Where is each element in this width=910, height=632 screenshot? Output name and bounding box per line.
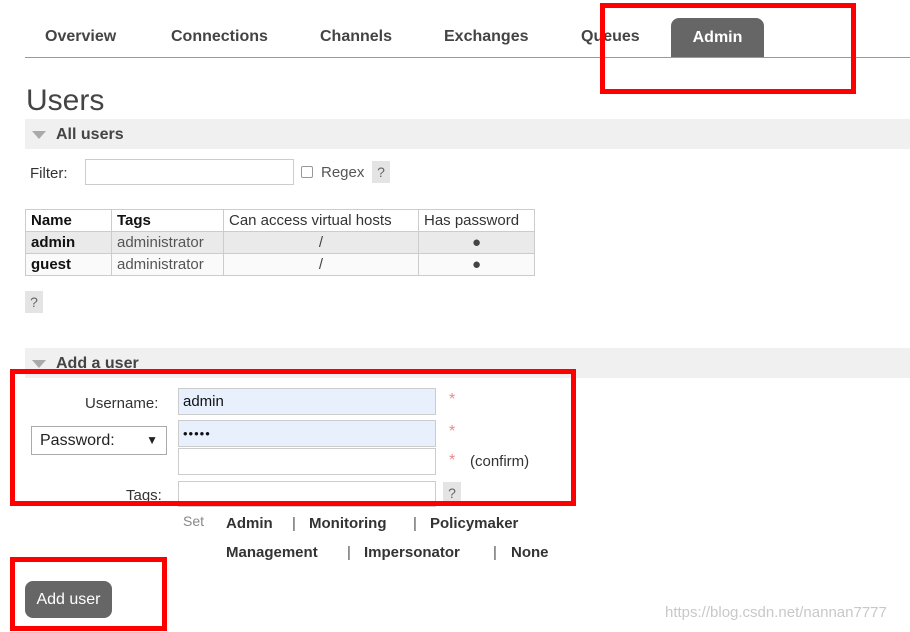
tab-connections[interactable]: Connections — [171, 28, 268, 46]
regex-checkbox[interactable] — [301, 166, 313, 178]
add-user-section-header[interactable] — [25, 348, 910, 378]
set-label: Set — [183, 513, 205, 529]
tab-channels[interactable]: Channels — [320, 28, 392, 46]
user-name-link[interactable]: admin — [25, 231, 112, 254]
all-users-heading[interactable]: All users — [56, 126, 124, 144]
tag-option-monitoring[interactable]: Monitoring — [309, 515, 386, 532]
separator: | — [413, 515, 417, 532]
password-select-value: Password: — [40, 432, 115, 449]
separator: | — [292, 515, 296, 532]
tags-input[interactable] — [178, 481, 436, 507]
tabs-divider — [25, 57, 910, 58]
user-vhosts: / — [223, 231, 419, 254]
tab-admin[interactable]: Admin — [671, 18, 764, 57]
user-name-link[interactable]: guest — [25, 253, 112, 276]
user-tags: administrator — [111, 231, 224, 254]
user-tags: administrator — [111, 253, 224, 276]
tags-help-icon[interactable]: ? — [443, 482, 461, 504]
regex-label: Regex — [321, 164, 365, 181]
column-header-vhosts: Can access virtual hosts — [223, 209, 419, 232]
password-type-select[interactable]: Password: ▼ — [31, 426, 167, 455]
page-title: Users — [26, 84, 105, 117]
add-user-heading[interactable]: Add a user — [56, 355, 139, 373]
required-marker: * — [449, 423, 456, 440]
required-marker: * — [449, 452, 456, 469]
tab-overview[interactable]: Overview — [45, 28, 116, 46]
tag-option-management[interactable]: Management — [226, 544, 318, 561]
collapse-triangle-icon[interactable] — [32, 360, 46, 368]
username-label: Username: — [85, 395, 159, 412]
dropdown-arrow-icon: ▼ — [146, 433, 158, 447]
tag-option-none[interactable]: None — [511, 544, 549, 561]
password-input[interactable]: ••••• — [178, 420, 436, 447]
filter-help-icon[interactable]: ? — [372, 161, 390, 183]
required-marker: * — [449, 391, 456, 408]
user-vhosts: / — [223, 253, 419, 276]
users-table: Name Tags Can access virtual hosts Has p… — [25, 209, 535, 276]
column-header-name[interactable]: Name — [25, 209, 112, 232]
table-row[interactable]: guest administrator / ● — [25, 253, 535, 276]
table-help-icon[interactable]: ? — [25, 291, 43, 313]
watermark-text: https://blog.csdn.net/nannan7777 — [665, 604, 887, 621]
password-confirm-input[interactable] — [178, 448, 436, 475]
tag-option-admin[interactable]: Admin — [226, 515, 273, 532]
confirm-label: (confirm) — [470, 453, 530, 470]
separator: | — [347, 544, 351, 561]
collapse-triangle-icon[interactable] — [32, 131, 46, 139]
all-users-section-header[interactable] — [25, 119, 910, 149]
tab-queues[interactable]: Queues — [581, 28, 640, 46]
filter-input[interactable] — [85, 159, 294, 185]
username-input[interactable]: admin — [178, 388, 436, 415]
user-has-password: ● — [418, 253, 535, 276]
tag-option-impersonator[interactable]: Impersonator — [364, 544, 460, 561]
separator: | — [493, 544, 497, 561]
user-has-password: ● — [418, 231, 535, 254]
add-user-button[interactable]: Add user — [25, 581, 112, 618]
table-row[interactable]: admin administrator / ● — [25, 231, 535, 254]
tab-exchanges[interactable]: Exchanges — [444, 28, 528, 46]
column-header-tags[interactable]: Tags — [111, 209, 224, 232]
column-header-has-password: Has password — [418, 209, 535, 232]
tag-option-policymaker[interactable]: Policymaker — [430, 515, 518, 532]
filter-label: Filter: — [30, 165, 68, 182]
tags-label: Tags: — [126, 487, 162, 504]
